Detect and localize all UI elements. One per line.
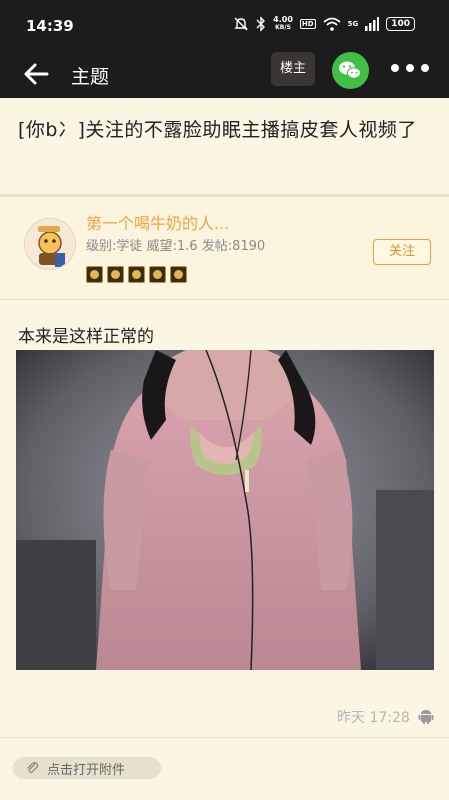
back-arrow-icon xyxy=(24,63,49,85)
post-content-text: 本来是这样正常的 xyxy=(18,327,154,347)
post-time: 昨天 17:28 xyxy=(337,710,410,726)
attachment-label: 点击打开附件 xyxy=(47,762,126,778)
wifi-icon xyxy=(322,17,341,31)
post-title: [你b冫]关注的不露脸助眠主播搞皮套人视频了 xyxy=(18,119,417,141)
open-attachment-button[interactable]: 点击打开附件 xyxy=(13,757,161,779)
medal-icon xyxy=(128,266,145,283)
android-icon xyxy=(418,710,434,724)
author-info: 级别:学徒 威望:1.6 发帖:8190 xyxy=(86,239,266,254)
battery-indicator: 100 xyxy=(386,17,415,31)
follow-button[interactable]: 关注 xyxy=(373,239,431,265)
nav-bar: 主题 楼主 xyxy=(0,50,449,98)
mute-bell-icon xyxy=(234,17,248,31)
medal-list xyxy=(86,266,187,283)
divider xyxy=(0,299,449,300)
post-image[interactable] xyxy=(16,350,434,670)
status-time: 14:39 xyxy=(26,17,74,35)
bluetooth-icon xyxy=(256,16,266,32)
back-button[interactable] xyxy=(22,56,58,92)
medal-icon xyxy=(170,266,187,283)
paperclip-icon xyxy=(27,762,39,774)
medal-icon xyxy=(107,266,124,283)
signal-label: 5G xyxy=(347,20,359,28)
post-photo xyxy=(16,350,434,670)
wechat-icon xyxy=(339,61,361,79)
medal-icon xyxy=(149,266,166,283)
status-bar: 14:39 4.00 KB/S HD 5G 100 xyxy=(0,0,449,50)
author-panel: 第一个喝牛奶的人... 级别:学徒 威望:1.6 发帖:8190 关注 xyxy=(0,197,449,299)
avatar-image xyxy=(25,219,75,269)
divider xyxy=(0,737,449,738)
wechat-share-button[interactable] xyxy=(332,52,369,89)
more-options-button[interactable] xyxy=(388,56,432,80)
author-name[interactable]: 第一个喝牛奶的人... xyxy=(86,210,346,234)
hd-badge: HD xyxy=(299,19,316,29)
avatar[interactable] xyxy=(24,218,76,270)
medal-icon xyxy=(86,266,103,283)
page-title: 主题 xyxy=(71,66,110,88)
more-dots-icon xyxy=(391,64,399,72)
signal-bars-icon xyxy=(365,17,380,31)
only-op-button[interactable]: 楼主 xyxy=(271,52,315,86)
status-icons: 4.00 KB/S HD 5G 100 xyxy=(233,16,415,32)
net-speed: 4.00 KB/S xyxy=(273,15,293,32)
